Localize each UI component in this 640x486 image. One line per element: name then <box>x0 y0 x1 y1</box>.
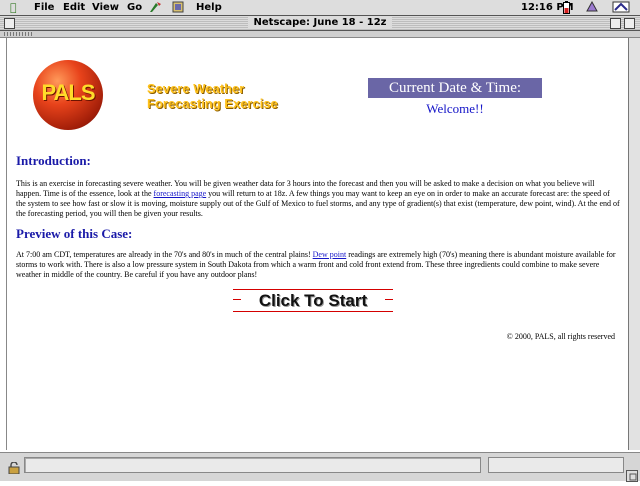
headline-line-1: Severe Weather <box>147 81 245 96</box>
status-message-field <box>24 457 481 473</box>
menu-view[interactable]: View <box>92 1 119 14</box>
help-icon[interactable] <box>149 1 163 13</box>
collapse-box[interactable] <box>624 18 635 29</box>
preview-paragraph: At 7:00 am CDT, temperatures are already… <box>16 250 616 279</box>
corner-icon[interactable] <box>612 1 630 13</box>
menu-file[interactable]: File <box>34 1 54 14</box>
logo-text: PALS <box>41 80 95 105</box>
introduction-heading: Introduction: <box>16 153 91 168</box>
window-title: Netscape: June 18 - 12z <box>0 16 640 30</box>
preview-heading: Preview of this Case: <box>16 226 133 241</box>
apple-icon[interactable]:  <box>10 1 17 14</box>
menu-edit[interactable]: Edit <box>63 1 85 14</box>
current-date-time-label: Current Date & Time: <box>368 78 542 98</box>
page-content: PALS Severe Weather Forecasting Exercise… <box>6 38 630 450</box>
menu-bar:  File Edit View Go Help 12:16 PM <box>0 0 640 16</box>
toolbar-grip-icon[interactable] <box>4 32 32 36</box>
vertical-scrollbar[interactable] <box>628 38 640 450</box>
collapsed-toolbar[interactable] <box>0 31 640 38</box>
forecasting-page-link[interactable]: forecasting page <box>154 189 207 198</box>
click-to-start-button[interactable]: Click To Start <box>233 289 393 312</box>
page-headline: Severe Weather Forecasting Exercise <box>147 81 337 111</box>
app-icon[interactable] <box>585 0 599 13</box>
dew-point-link[interactable]: Dew point <box>313 250 347 259</box>
resize-grip-icon[interactable] <box>626 467 638 482</box>
window-title-bar[interactable]: Netscape: June 18 - 12z <box>0 16 640 31</box>
introduction-paragraph: This is an exercise in forecasting sever… <box>16 179 620 218</box>
battery-icon[interactable] <box>563 1 570 14</box>
status-bar <box>0 452 640 482</box>
pals-logo: PALS <box>33 60 103 130</box>
progress-field <box>488 457 624 473</box>
book-icon[interactable] <box>172 1 184 13</box>
welcome-text: Welcome!! <box>426 101 484 116</box>
menu-go[interactable]: Go <box>127 1 142 14</box>
headline-line-2: Forecasting Exercise <box>147 96 278 111</box>
zoom-box[interactable] <box>610 18 621 29</box>
security-lock-icon[interactable] <box>8 459 20 475</box>
menu-help[interactable]: Help <box>196 1 222 14</box>
copyright-notice: © 2000, PALS, all rights reserved <box>506 332 615 341</box>
